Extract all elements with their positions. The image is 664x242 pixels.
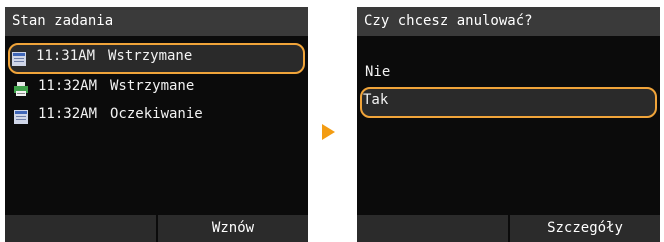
- softkey-left-empty[interactable]: [5, 215, 156, 242]
- job-status: Wstrzymane: [110, 78, 195, 94]
- arrow-right-icon: [322, 124, 335, 140]
- option-label: Tak: [363, 92, 389, 108]
- job-time: 11:31AM: [36, 48, 96, 64]
- details-button[interactable]: Szczegóły: [510, 215, 660, 242]
- job-status: Oczekiwanie: [110, 106, 203, 122]
- job-status-screen: Stan zadania 11:31AM Wstrzymane 11:32AM …: [5, 7, 308, 242]
- cancel-confirm-screen: Czy chcesz anulować? Nie Tak Szczegóły: [357, 7, 660, 242]
- document-icon: [11, 49, 27, 66]
- job-row[interactable]: 11:32AM Wstrzymane: [10, 73, 303, 100]
- resume-button[interactable]: Wznów: [158, 215, 308, 242]
- option-no[interactable]: Nie: [362, 59, 655, 86]
- option-yes-selected[interactable]: Tak: [360, 87, 657, 118]
- screen-title: Stan zadania: [5, 7, 308, 36]
- job-row[interactable]: 11:32AM Oczekiwanie: [10, 101, 303, 128]
- softkey-bar: Wznów: [5, 215, 308, 242]
- job-time: 11:32AM: [38, 106, 98, 122]
- option-label: Nie: [365, 64, 391, 80]
- screen-title: Czy chcesz anulować?: [357, 7, 660, 36]
- softkey-bar: Szczegóły: [357, 215, 660, 242]
- job-row-selected[interactable]: 11:31AM Wstrzymane: [8, 43, 305, 74]
- softkey-left-empty[interactable]: [357, 215, 508, 242]
- printer-icon: [13, 79, 29, 96]
- job-time: 11:32AM: [38, 78, 98, 94]
- document-icon: [13, 107, 29, 124]
- job-status: Wstrzymane: [108, 48, 193, 64]
